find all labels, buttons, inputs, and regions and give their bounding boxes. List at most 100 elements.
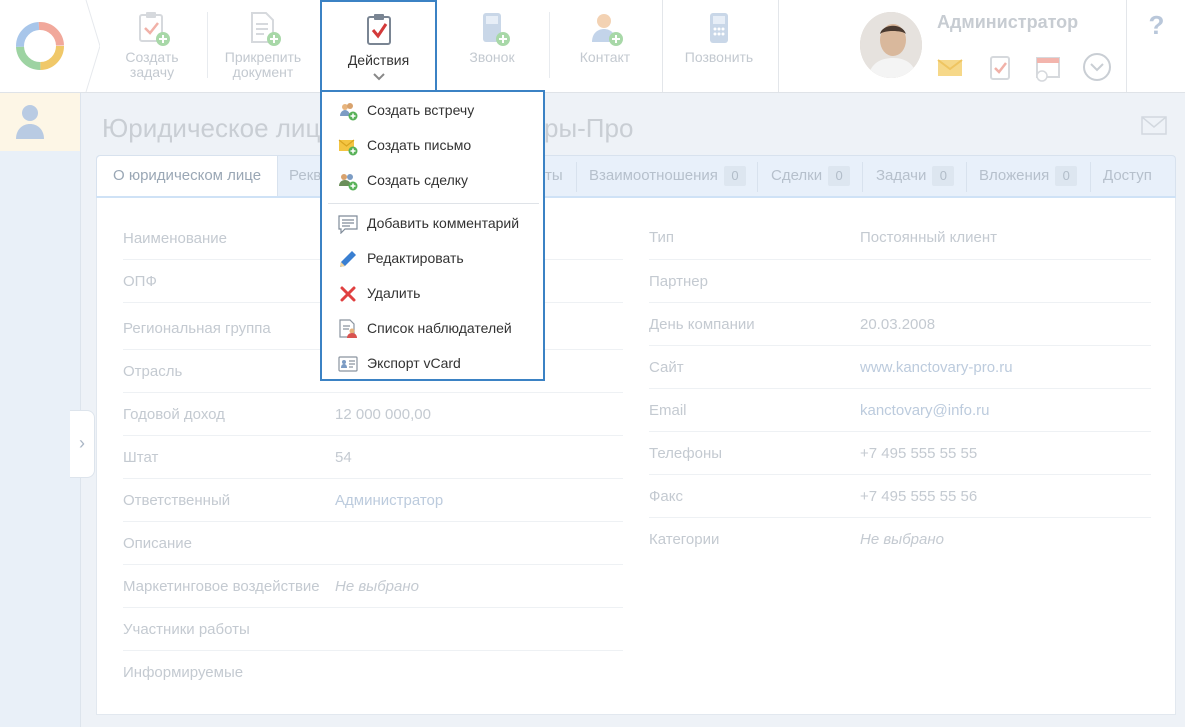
page-title-start: Юридическое лиц — [102, 113, 321, 143]
field-row: Сайт www.kanctovary-pro.ru — [649, 345, 1151, 389]
menu-item-label: Создать сделку — [367, 172, 469, 188]
tab-contacts[interactable]: ты — [545, 156, 563, 196]
sidebar-expand-handle[interactable]: › — [70, 410, 95, 478]
call-button[interactable]: Звонок — [446, 0, 538, 92]
menu-item-label: Добавить комментарий — [367, 215, 520, 231]
chevron-down-circle-icon[interactable] — [1082, 52, 1112, 82]
toolbar-divider — [549, 12, 550, 78]
field-label: Категории — [649, 531, 720, 548]
call-label: Звонок — [469, 49, 515, 65]
tab-label: Задачи — [876, 167, 927, 184]
field-label: Маркетинговое воздействие — [123, 578, 320, 595]
menu-divider — [328, 203, 539, 204]
phone-add-icon — [483, 13, 510, 46]
field-label: Телефоны — [649, 445, 723, 462]
menu-item-watchers[interactable]: Список наблюдателей — [322, 311, 543, 345]
document-add-icon — [251, 12, 281, 46]
email-link[interactable]: kanctovary@info.ru — [860, 402, 989, 419]
tab-divider — [1090, 162, 1091, 192]
tab-relations[interactable]: Взаимоотношения 0 — [589, 156, 746, 196]
attach-document-label: Прикрепить документ — [224, 49, 302, 80]
field-label: Информируемые — [123, 664, 244, 681]
menu-item-add-comment[interactable]: Добавить комментарий — [322, 206, 543, 240]
task-add-icon — [139, 12, 170, 46]
tab-attachments[interactable]: Вложения 0 — [979, 156, 1078, 196]
menu-item-create-deal[interactable]: Создать сделку — [322, 163, 543, 197]
attach-document-button[interactable]: Прикрепить документ — [216, 0, 310, 92]
field-label: Участники работы — [123, 621, 250, 638]
menu-item-label: Список наблюдателей — [367, 320, 512, 336]
left-sidebar — [0, 93, 81, 727]
menu-item-edit[interactable]: Редактировать — [322, 241, 543, 275]
tab-label: Рекв — [289, 167, 322, 184]
field-row: Телефоны +7 495 555 55 55 — [649, 431, 1151, 475]
top-toolbar: Создать задачу Прикрепить документ Дейст… — [0, 0, 1185, 93]
responsible-link[interactable]: Администратор — [335, 492, 443, 509]
field-label: Партнер — [649, 273, 708, 290]
field-value: 54 — [335, 449, 352, 466]
tab-label: Взаимоотношения — [589, 167, 718, 184]
help-button[interactable]: ? — [1126, 0, 1185, 92]
create-task-label: Создать задачу — [125, 49, 179, 80]
field-label: Описание — [123, 535, 193, 552]
menu-item-create-meeting[interactable]: Создать встречу — [322, 93, 543, 127]
chevron-down-icon — [372, 73, 385, 81]
count-badge: 0 — [828, 166, 851, 186]
tab-label: О юридическом лице — [113, 167, 262, 184]
toolbar-divider — [207, 12, 208, 78]
deal-add-icon — [339, 174, 358, 191]
sidebar-item-contacts[interactable] — [0, 93, 80, 151]
field-label: Email — [649, 402, 687, 419]
letter-add-icon — [338, 139, 358, 156]
create-task-button[interactable]: Создать задачу — [108, 0, 196, 92]
field-value: Не выбрано — [860, 531, 944, 548]
meeting-add-icon — [340, 103, 358, 121]
field-value: 12 000 000,00 — [335, 406, 431, 423]
calendar-icon[interactable] — [1033, 52, 1063, 82]
field-row: День компании 20.03.2008 — [649, 302, 1151, 346]
tab-tasks[interactable]: Задачи 0 — [876, 156, 955, 196]
website-link[interactable]: www.kanctovary-pro.ru — [860, 359, 1013, 376]
field-row: Категории Не выбрано — [649, 517, 1151, 560]
envelope-icon[interactable] — [1141, 116, 1167, 135]
page-title-end: ры-Про — [544, 113, 634, 143]
avatar[interactable] — [860, 12, 922, 78]
tab-access[interactable]: Доступ — [1103, 156, 1152, 196]
field-row: Штат 54 — [123, 435, 623, 479]
tab-divider — [862, 162, 863, 192]
mail-icon[interactable] — [935, 52, 965, 82]
tab-about[interactable]: О юридическом лице — [97, 156, 279, 196]
dial-button[interactable]: Позвонить — [672, 0, 766, 92]
menu-item-label: Удалить — [367, 285, 421, 301]
field-row: Описание — [123, 521, 623, 565]
count-badge: 0 — [932, 166, 955, 186]
field-value: +7 495 555 55 55 — [860, 445, 978, 462]
menu-item-create-letter[interactable]: Создать письмо — [322, 128, 543, 162]
field-value: 20.03.2008 — [860, 316, 936, 333]
field-row: Партнер — [649, 259, 1151, 303]
menu-item-label: Редактировать — [367, 250, 464, 266]
user-panel: Администратор — [780, 0, 1125, 92]
app-logo-icon[interactable] — [0, 0, 101, 93]
dial-label: Позвонить — [684, 49, 754, 65]
help-icon: ? — [1148, 10, 1165, 40]
tab-requisites[interactable]: Рекв — [289, 156, 321, 196]
field-row: Информируемые — [123, 650, 623, 693]
dial-phone-icon — [710, 13, 728, 43]
tasks-icon[interactable] — [985, 52, 1015, 82]
user-name[interactable]: Администратор — [937, 12, 1078, 33]
details-panel: Наименование ОПФ Региональная группа Отр… — [96, 198, 1176, 715]
contact-button[interactable]: Контакт — [558, 0, 652, 92]
vcard-icon — [338, 356, 358, 372]
tab-deals[interactable]: Сделки 0 — [771, 156, 851, 196]
tab-divider — [576, 162, 577, 192]
field-row: Маркетинговое воздействие Не выбрано — [123, 564, 623, 608]
menu-item-export-vcard[interactable]: Экспорт vCard — [322, 346, 543, 380]
menu-item-delete[interactable]: Удалить — [322, 276, 543, 310]
field-label: Отрасль — [123, 363, 183, 380]
chevron-right-icon: › — [79, 433, 85, 453]
actions-button[interactable]: Действия — [320, 0, 437, 92]
field-label: День компании — [649, 316, 755, 333]
field-row: Факс +7 495 555 55 56 — [649, 474, 1151, 518]
menu-item-label: Экспорт vCard — [367, 355, 461, 371]
